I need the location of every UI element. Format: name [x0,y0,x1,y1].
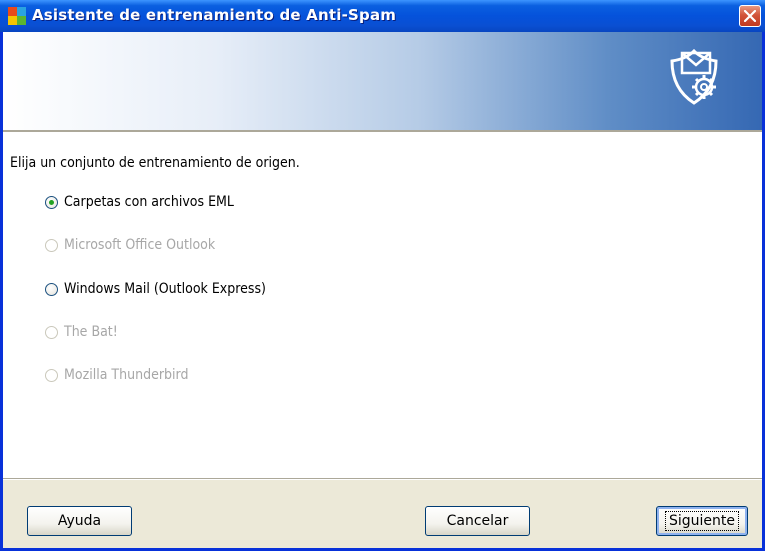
radio-button [45,368,58,382]
radio-button [45,238,58,252]
radio-eml-folders[interactable]: Carpetas con archivos EML [45,192,253,212]
radio-button [45,325,58,339]
cancel-button[interactable]: Cancelar [425,506,530,536]
help-button-label: Ayuda [57,513,102,529]
radio-mozilla-thunderbird: Mozilla Thunderbird [45,365,202,385]
header-banner [3,32,762,130]
option-label: Windows Mail (Outlook Express) [64,281,266,297]
option-label: Microsoft Office Outlook [64,237,216,253]
option-label: Mozilla Thunderbird [64,367,189,383]
radio-the-bat: The Bat! [45,322,124,342]
footer-divider [3,478,762,480]
radio-windows-mail[interactable]: Windows Mail (Outlook Express) [45,279,288,299]
close-icon [744,10,756,22]
wizard-content: Elija un conjunto de entrenamiento de or… [3,133,762,478]
window-title: Asistente de entrenamiento de Anti-Spam [32,6,397,24]
shield-mail-gear-icon [670,48,718,105]
next-button[interactable]: Siguiente [656,506,748,536]
prompt-text: Elija un conjunto de entrenamiento de or… [10,155,300,171]
next-button-label: Siguiente [664,511,740,531]
close-button[interactable] [739,5,761,27]
cancel-button-label: Cancelar [446,513,509,529]
option-label: The Bat! [64,324,118,340]
radio-button[interactable] [45,282,58,296]
avg-logo-icon [8,7,26,25]
radio-button[interactable] [45,195,58,209]
title-bar[interactable]: Asistente de entrenamiento de Anti-Spam [0,0,765,32]
wizard-window: Asistente de entrenamiento de Anti-Spam … [0,0,765,551]
radio-microsoft-outlook: Microsoft Office Outlook [45,235,232,255]
option-label: Carpetas con archivos EML [64,194,234,210]
help-button[interactable]: Ayuda [27,506,132,536]
